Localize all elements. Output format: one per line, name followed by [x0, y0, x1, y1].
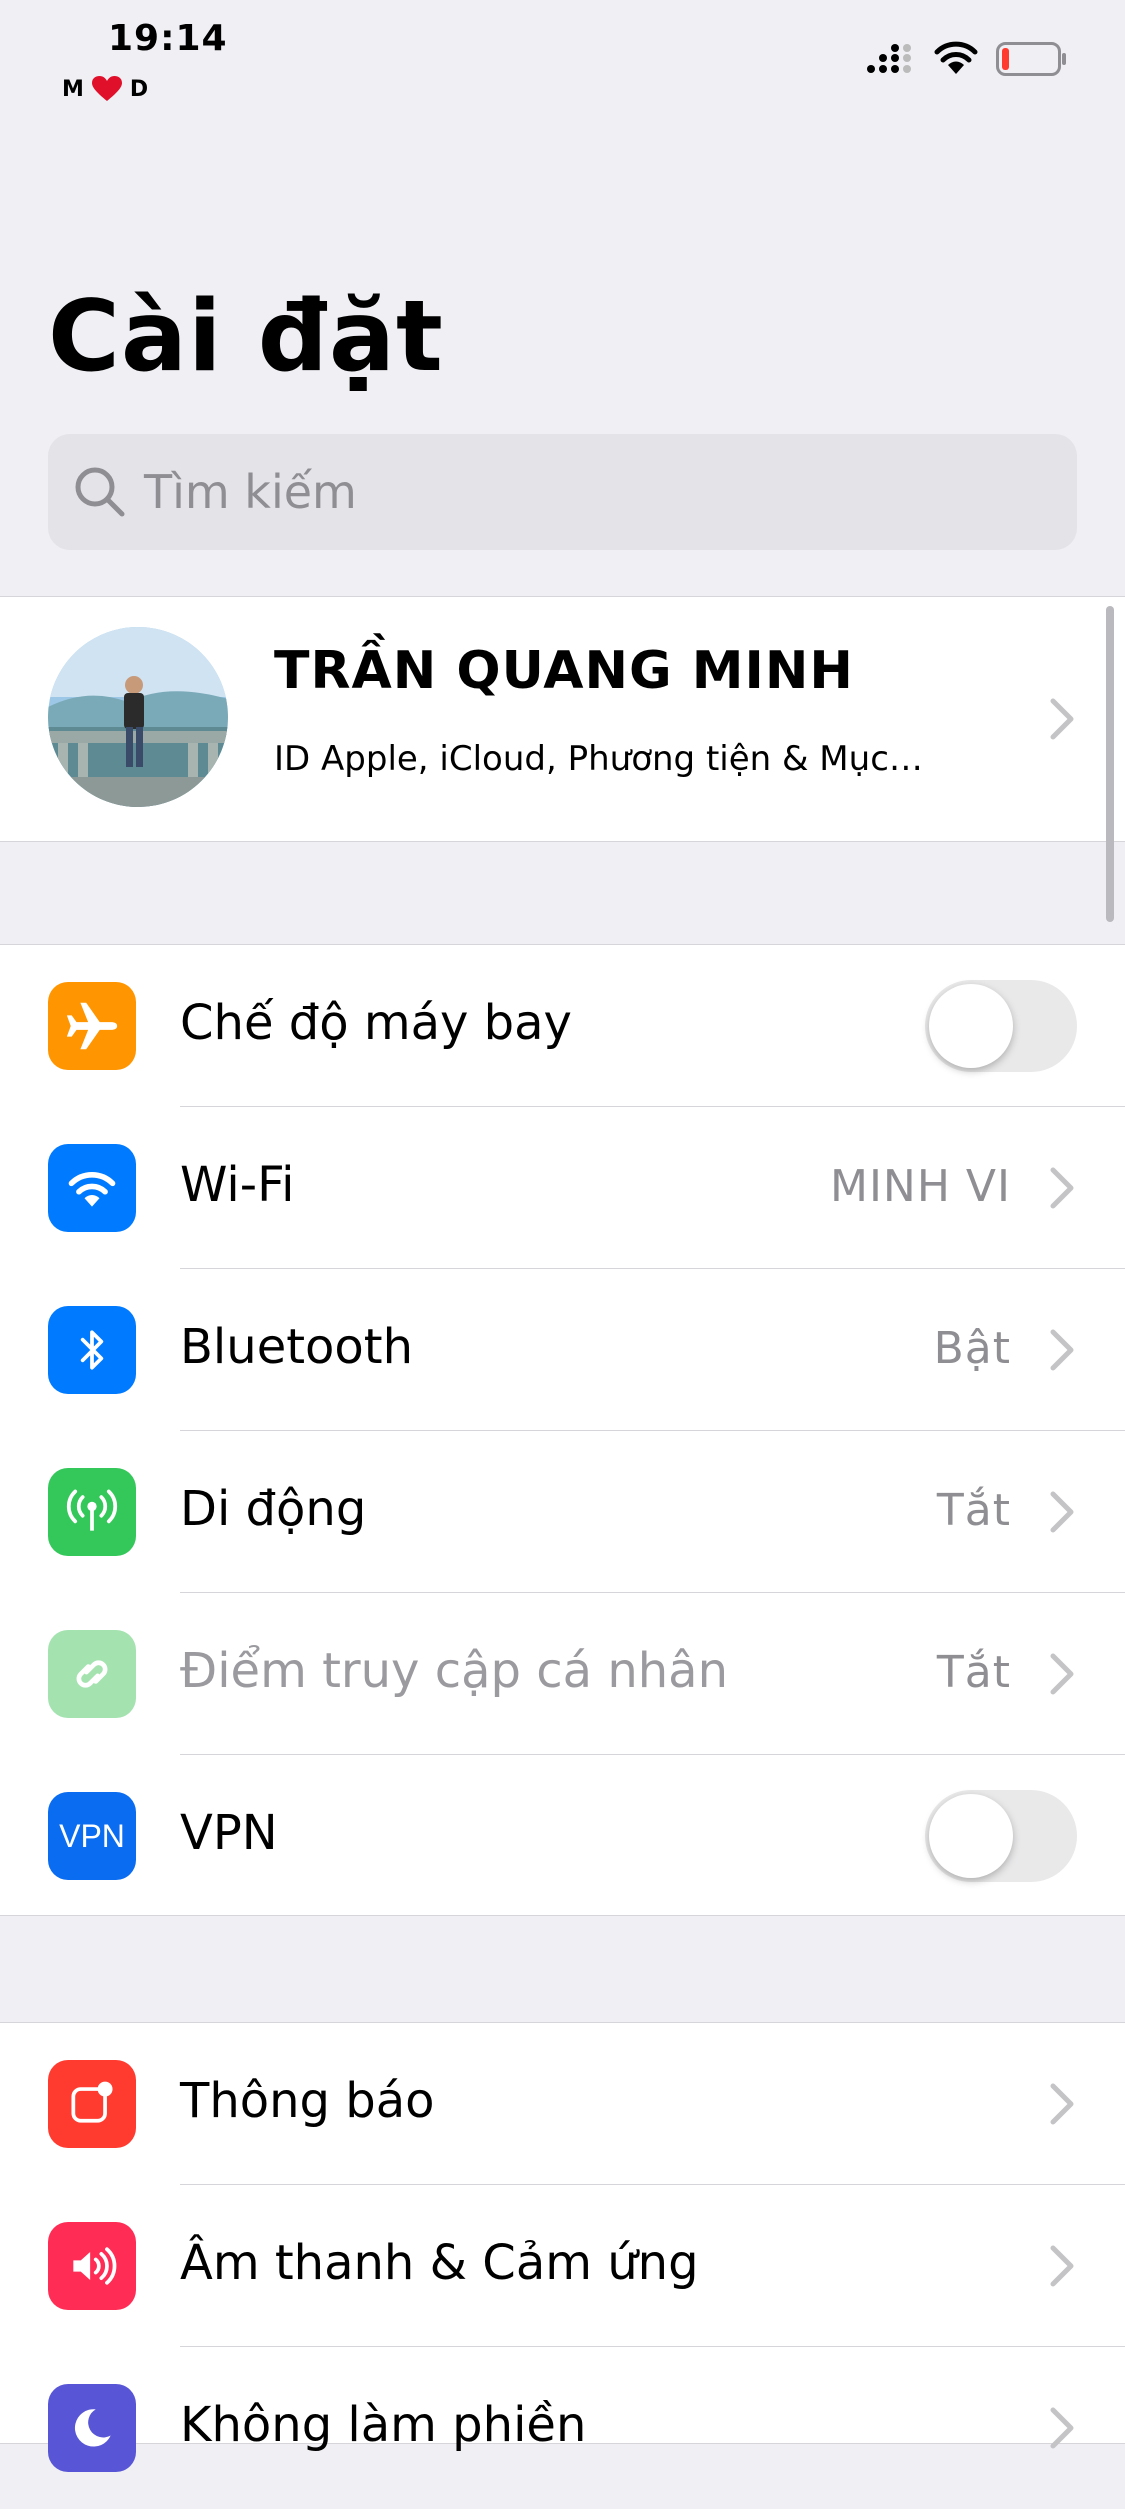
- carrier-right: D: [129, 76, 149, 102]
- search-bar[interactable]: Tìm kiếm: [48, 434, 1077, 550]
- profile-subtitle: ID Apple, iCloud, Phương tiện & Mục…: [274, 739, 923, 779]
- wifi-value: MINH VI: [829, 1161, 1011, 1212]
- bluetooth-value: Bật: [933, 1323, 1011, 1374]
- profile-name: TRẦN QUANG MINH: [274, 641, 854, 701]
- vpn-icon-text: VPN: [59, 1817, 125, 1854]
- network-settings-group: Chế độ máy bay Wi-Fi MINH VI Bluetooth B…: [0, 944, 1125, 1916]
- wifi-row[interactable]: Wi-Fi MINH VI: [0, 1107, 1125, 1269]
- avatar: [48, 627, 228, 807]
- vpn-row[interactable]: VPN VPN: [0, 1755, 1125, 1917]
- personal-hotspot-value: Tắt: [936, 1647, 1011, 1698]
- chevron-right-icon: [1050, 1653, 1074, 1695]
- speaker-icon: [48, 2222, 136, 2310]
- hotspot-icon: [48, 1630, 136, 1718]
- personal-hotspot-label: Điểm truy cập cá nhân: [180, 1643, 728, 1699]
- sounds-row[interactable]: Âm thanh & Cảm ứng: [0, 2185, 1125, 2347]
- chevron-right-icon: [1050, 1491, 1074, 1533]
- search-icon: [75, 467, 125, 517]
- sounds-label: Âm thanh & Cảm ứng: [180, 2235, 699, 2291]
- scrollbar[interactable]: [1106, 606, 1114, 922]
- antenna-icon: [48, 1468, 136, 1556]
- wifi-icon: [48, 1144, 136, 1232]
- vpn-icon: VPN: [48, 1792, 136, 1880]
- wifi-status-icon: [934, 41, 978, 74]
- chevron-right-icon: [1050, 2083, 1074, 2125]
- moon-icon: [48, 2384, 136, 2472]
- personal-hotspot-row[interactable]: Điểm truy cập cá nhân Tắt: [0, 1593, 1125, 1755]
- notifications-label: Thông báo: [180, 2073, 435, 2129]
- search-placeholder: Tìm kiếm: [144, 465, 357, 519]
- airplane-mode-row[interactable]: Chế độ máy bay: [0, 945, 1125, 1107]
- notifications-icon: [48, 2060, 136, 2148]
- cellular-row[interactable]: Di động Tắt: [0, 1431, 1125, 1593]
- profile-row[interactable]: TRẦN QUANG MINH ID Apple, iCloud, Phương…: [0, 596, 1125, 842]
- cellular-value: Tắt: [936, 1485, 1011, 1536]
- status-bar: 19:14 M D: [0, 0, 1125, 120]
- wifi-label: Wi-Fi: [180, 1157, 295, 1213]
- page-title: Cài đặt: [48, 280, 444, 394]
- battery-icon: [996, 42, 1066, 76]
- cellular-label: Di động: [180, 1481, 367, 1537]
- vpn-toggle[interactable]: [925, 1790, 1077, 1882]
- notifications-row[interactable]: Thông báo: [0, 2023, 1125, 2185]
- notifications-settings-group: Thông báo Âm thanh & Cảm ứng Không làm p…: [0, 2022, 1125, 2472]
- airplane-mode-toggle[interactable]: [925, 980, 1077, 1072]
- status-time: 19:14: [108, 18, 228, 59]
- bluetooth-row[interactable]: Bluetooth Bật: [0, 1269, 1125, 1431]
- do-not-disturb-row[interactable]: Không làm phiền: [0, 2347, 1125, 2509]
- carrier-label: M D: [62, 76, 148, 102]
- heart-icon: [91, 76, 122, 101]
- vpn-label: VPN: [180, 1805, 278, 1861]
- chevron-right-icon: [1050, 1329, 1074, 1371]
- carrier-left: M: [62, 76, 84, 102]
- do-not-disturb-label: Không làm phiền: [180, 2397, 587, 2453]
- chevron-right-icon: [1050, 2245, 1074, 2287]
- airplane-icon: [48, 982, 136, 1070]
- toggle-knob: [929, 984, 1013, 1068]
- signal-icon: [867, 44, 911, 73]
- chevron-right-icon: [1050, 698, 1074, 740]
- airplane-mode-label: Chế độ máy bay: [180, 995, 572, 1051]
- toggle-knob: [929, 1794, 1013, 1878]
- bluetooth-icon: [48, 1306, 136, 1394]
- bluetooth-label: Bluetooth: [180, 1319, 414, 1375]
- chevron-right-icon: [1050, 2407, 1074, 2449]
- chevron-right-icon: [1050, 1167, 1074, 1209]
